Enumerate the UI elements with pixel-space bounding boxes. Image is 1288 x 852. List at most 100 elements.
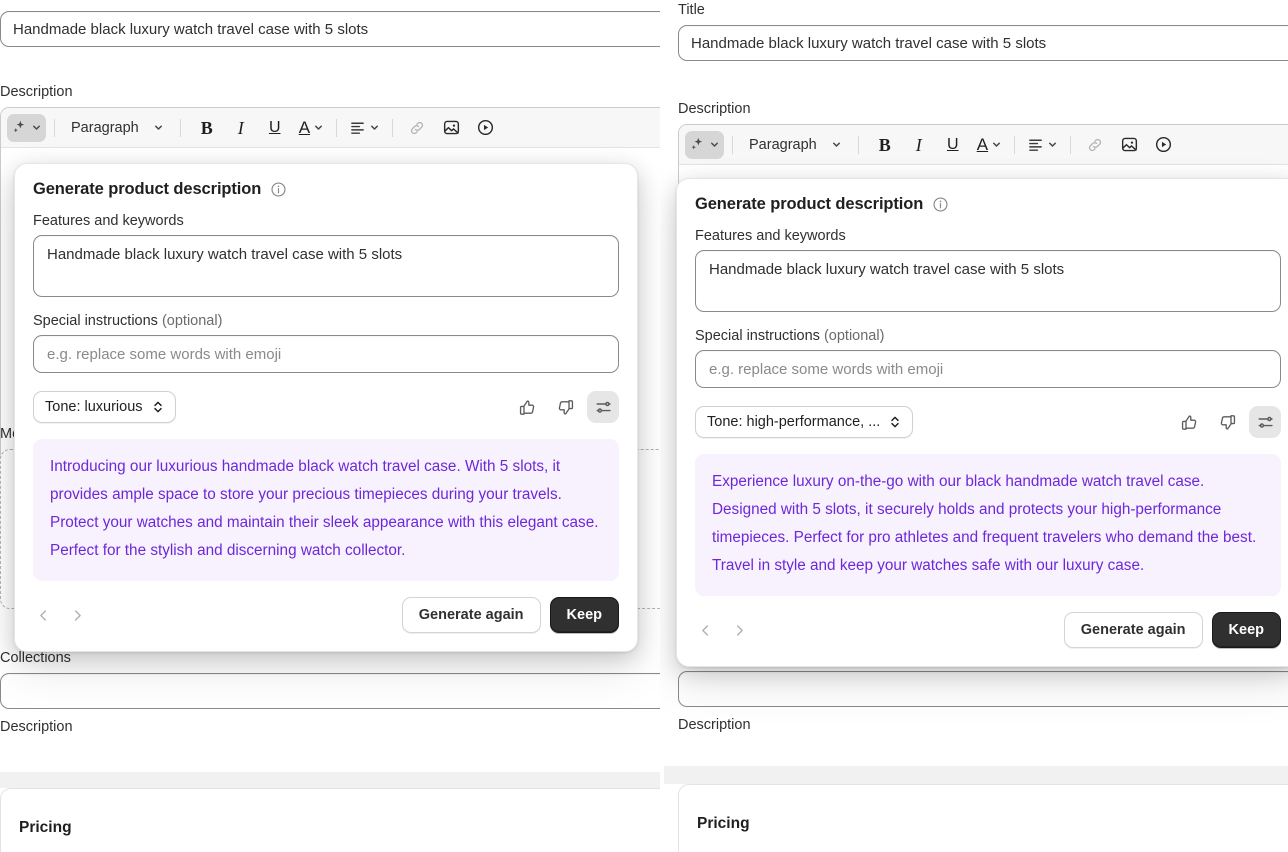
title-input[interactable]: Handmade black luxury watch travel case … bbox=[678, 25, 1288, 61]
align-button[interactable] bbox=[1023, 131, 1062, 159]
toolbar-divider bbox=[179, 118, 181, 137]
toolbar-divider bbox=[54, 118, 55, 137]
hidden-description-label: Description bbox=[0, 719, 73, 735]
page-background-strip bbox=[664, 766, 1288, 784]
title-input[interactable]: Handmade black luxury watch travel case … bbox=[0, 11, 660, 47]
ai-popover-footer: Generate again Keep bbox=[15, 581, 637, 651]
ai-popover-body: Features and keywords Handmade black lux… bbox=[15, 199, 637, 581]
video-icon bbox=[477, 119, 493, 136]
thumbs-up-button[interactable] bbox=[511, 391, 543, 423]
special-instructions-input[interactable]: e.g. replace some words with emoji bbox=[33, 335, 619, 373]
ai-popover-footer: Generate again Keep bbox=[677, 596, 1288, 666]
features-textarea[interactable]: Handmade black luxury watch travel case … bbox=[695, 250, 1281, 312]
features-label: Features and keywords bbox=[33, 213, 184, 229]
tone-select-label: Tone: high-performance, ... bbox=[707, 414, 881, 430]
ai-generated-output: Introducing our luxurious handmade black… bbox=[33, 439, 619, 581]
editor-toolbar: Paragraph B I U A bbox=[1, 108, 660, 148]
toolbar-divider bbox=[732, 135, 733, 154]
ai-generated-output: Experience luxury on-the-go with our bla… bbox=[695, 454, 1281, 596]
italic-button[interactable]: I bbox=[905, 131, 933, 159]
special-instructions-optional: (optional) bbox=[823, 328, 885, 344]
bold-button[interactable]: B bbox=[193, 114, 221, 142]
insert-image-button[interactable] bbox=[1115, 131, 1143, 159]
insert-image-button[interactable] bbox=[437, 114, 465, 142]
bold-button[interactable]: B bbox=[871, 131, 899, 159]
keep-button[interactable]: Keep bbox=[549, 597, 619, 633]
bold-label: B bbox=[200, 117, 213, 138]
ai-generate-description-popover: Generate product description Features an… bbox=[676, 178, 1288, 667]
ai-settings-button[interactable] bbox=[587, 391, 619, 423]
sliders-icon bbox=[1258, 416, 1273, 428]
align-left-icon bbox=[351, 122, 364, 134]
description-label: Description bbox=[0, 84, 73, 100]
text-color-label: A bbox=[298, 118, 311, 137]
hidden-description-label: Description bbox=[678, 717, 751, 733]
ai-popover-body: Features and keywords Handmade black lux… bbox=[677, 214, 1288, 596]
title-label: Title bbox=[678, 2, 705, 18]
video-icon bbox=[1155, 136, 1171, 153]
link-button[interactable] bbox=[1081, 131, 1109, 159]
thumbs-down-button[interactable] bbox=[549, 391, 581, 423]
text-color-button[interactable]: A bbox=[973, 131, 1006, 159]
ai-popover-header: Generate product description bbox=[677, 179, 1288, 214]
link-button[interactable] bbox=[403, 114, 431, 142]
screenshot-pane-left: Title Handmade black luxury watch travel… bbox=[0, 0, 660, 852]
ai-sparkle-button[interactable] bbox=[7, 113, 46, 142]
toolbar-divider bbox=[336, 118, 338, 137]
text-color-label: A bbox=[976, 135, 989, 154]
previous-result-button[interactable] bbox=[695, 620, 715, 640]
ai-popover-title: Generate product description bbox=[33, 180, 262, 198]
previous-result-button[interactable] bbox=[33, 605, 53, 625]
paragraph-style-select[interactable]: Paragraph bbox=[741, 137, 850, 153]
info-circle-icon[interactable] bbox=[932, 196, 949, 213]
special-instructions-text: Special instructions bbox=[33, 313, 158, 329]
pricing-title: Pricing bbox=[697, 815, 750, 832]
special-instructions-input[interactable]: e.g. replace some words with emoji bbox=[695, 350, 1281, 388]
insert-video-button[interactable] bbox=[1149, 131, 1177, 159]
next-result-button[interactable] bbox=[67, 605, 87, 625]
chevron-down-icon bbox=[371, 125, 379, 130]
chevron-down-icon bbox=[1049, 142, 1057, 147]
ai-controls-row: Tone: luxurious bbox=[33, 391, 619, 423]
info-circle-icon[interactable] bbox=[270, 181, 287, 198]
page-background-strip bbox=[0, 772, 660, 788]
italic-button[interactable]: I bbox=[227, 114, 255, 142]
generate-again-button[interactable]: Generate again bbox=[401, 597, 541, 633]
align-button[interactable] bbox=[345, 114, 384, 142]
thumbs-down-button[interactable] bbox=[1211, 406, 1243, 438]
text-color-button[interactable]: A bbox=[295, 114, 328, 142]
special-instructions-label: Special instructions (optional) bbox=[695, 328, 1281, 344]
tone-select[interactable]: Tone: high-performance, ... bbox=[695, 406, 914, 438]
insert-video-button[interactable] bbox=[471, 114, 499, 142]
features-textarea[interactable]: Handmade black luxury watch travel case … bbox=[33, 235, 619, 297]
chevron-right-icon bbox=[74, 609, 81, 621]
link-icon bbox=[1088, 138, 1102, 151]
image-icon bbox=[1121, 137, 1137, 152]
screenshot-stage: Title Handmade black luxury watch travel… bbox=[0, 0, 1288, 852]
thumbs-up-button[interactable] bbox=[1173, 406, 1205, 438]
underline-button[interactable]: U bbox=[939, 131, 967, 159]
chevron-updown-icon bbox=[891, 416, 900, 428]
collections-input[interactable] bbox=[0, 673, 660, 709]
next-result-button[interactable] bbox=[729, 620, 749, 640]
ai-settings-button[interactable] bbox=[1249, 406, 1281, 438]
ai-sparkle-button[interactable] bbox=[685, 130, 724, 159]
toolbar-divider bbox=[1070, 135, 1072, 154]
collections-field-group: Collections Description bbox=[0, 648, 660, 742]
keep-button[interactable]: Keep bbox=[1211, 612, 1281, 648]
tone-select[interactable]: Tone: luxurious bbox=[33, 391, 176, 423]
toolbar-divider bbox=[857, 135, 859, 154]
chevron-down-icon bbox=[315, 125, 323, 130]
underline-label: U bbox=[268, 118, 281, 136]
italic-label: I bbox=[915, 134, 922, 155]
underline-button[interactable]: U bbox=[261, 114, 289, 142]
ai-action-buttons: Generate again Keep bbox=[401, 597, 619, 633]
product-form-canvas: Title Handmade black luxury watch travel… bbox=[0, 0, 660, 852]
features-label: Features and keywords bbox=[695, 228, 846, 244]
ai-generate-description-popover: Generate product description Features an… bbox=[14, 163, 638, 652]
paragraph-style-select[interactable]: Paragraph bbox=[63, 120, 172, 136]
generate-again-button[interactable]: Generate again bbox=[1063, 612, 1203, 648]
screenshot-pane-right: Title Handmade black luxury watch travel… bbox=[660, 0, 1288, 852]
thumbs-up-icon bbox=[1181, 414, 1196, 430]
collections-input[interactable] bbox=[678, 671, 1288, 707]
